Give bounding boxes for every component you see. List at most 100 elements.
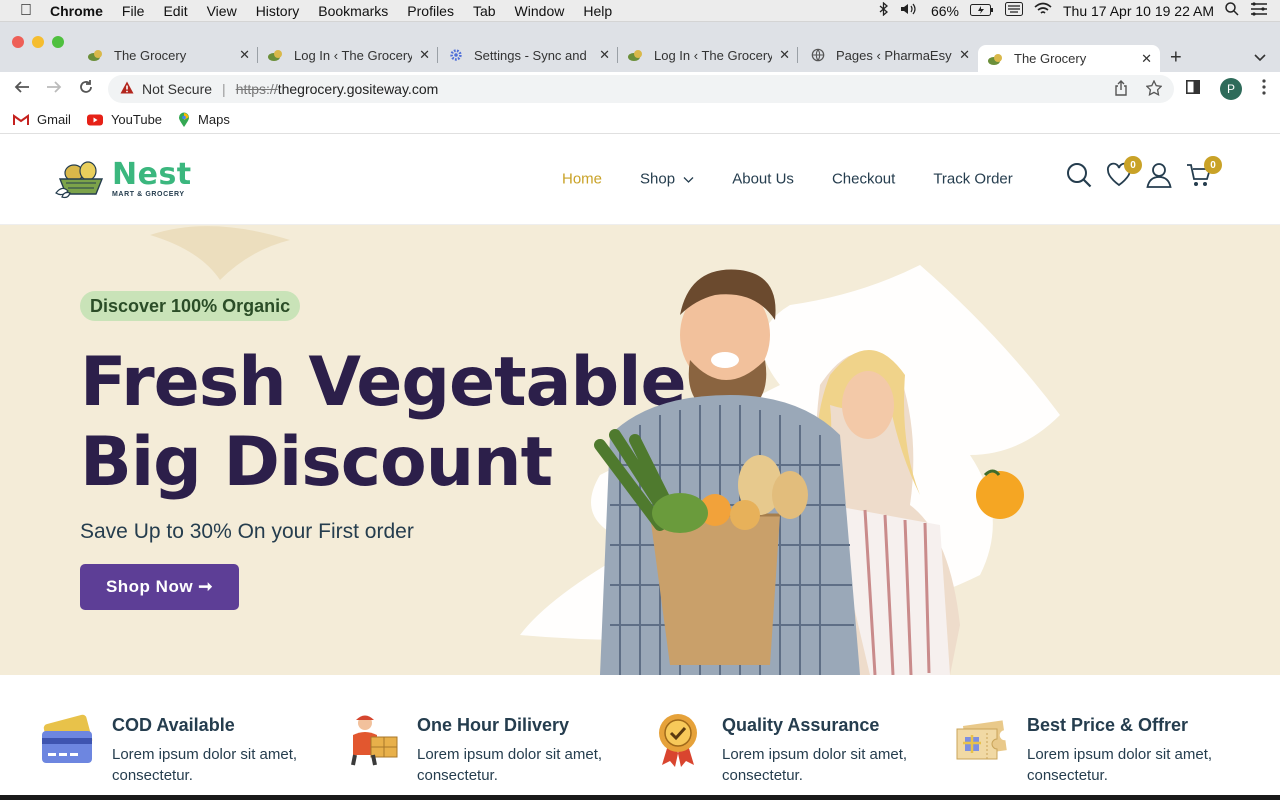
- menu-help[interactable]: Help: [583, 3, 612, 19]
- close-tab-icon[interactable]: ✕: [599, 47, 610, 63]
- maps-pin-icon: [179, 112, 190, 127]
- bluetooth-icon[interactable]: [879, 1, 889, 19]
- feature-best-price: Best Price & Offrer Lorem ipsum dolor si…: [955, 711, 1227, 786]
- nav-home[interactable]: Home: [562, 171, 602, 188]
- omnibox-actions: [1114, 78, 1163, 99]
- divider: |: [222, 81, 226, 97]
- site-logo[interactable]: Nest MART & GROCERY: [54, 159, 192, 199]
- feature-title: Quality Assurance: [722, 715, 880, 735]
- url-scheme: https://: [235, 81, 278, 97]
- tab-title: Log In ‹ The Grocery: [654, 47, 772, 63]
- logo-tagline: MART & GROCERY: [112, 191, 185, 198]
- menu-edit[interactable]: Edit: [163, 3, 187, 19]
- nav-about-us[interactable]: About Us: [732, 171, 794, 188]
- close-window-button[interactable]: [12, 36, 24, 48]
- tab-the-grocery-active[interactable]: The Grocery ✕: [978, 45, 1160, 72]
- menu-history[interactable]: History: [256, 3, 300, 19]
- keyboard-icon[interactable]: [1005, 2, 1023, 19]
- menu-file[interactable]: File: [122, 3, 145, 19]
- volume-icon[interactable]: [900, 2, 920, 19]
- account-user-icon[interactable]: [1146, 162, 1172, 190]
- tab-login-grocery-1[interactable]: Log In ‹ The Grocery ✕: [258, 41, 438, 69]
- logo-name: Nest: [112, 157, 192, 192]
- wifi-icon[interactable]: [1034, 2, 1052, 19]
- menu-profiles[interactable]: Profiles: [407, 3, 454, 19]
- warning-icon[interactable]: [120, 81, 134, 97]
- coupon-icon: [956, 720, 1007, 760]
- new-tab-icon[interactable]: +: [1170, 47, 1182, 70]
- window-controls: [12, 36, 64, 48]
- gmail-icon: [13, 113, 29, 125]
- feature-title: COD Available: [112, 715, 235, 735]
- window-bottom-edge: [0, 795, 1280, 800]
- address-bar[interactable]: Not Secure | https:// thegrocery.gositew…: [108, 75, 1174, 103]
- side-panel-icon[interactable]: [1186, 79, 1200, 99]
- browser-tabstrip: The Grocery ✕ Log In ‹ The Grocery ✕ Set…: [0, 22, 1280, 72]
- bookmark-youtube[interactable]: YouTube: [86, 112, 163, 127]
- browser-toolbar: Not Secure | https:// thegrocery.gositew…: [0, 72, 1280, 106]
- spotlight-icon[interactable]: [1225, 2, 1239, 19]
- feature-cod: COD Available Lorem ipsum dolor sit amet…: [40, 711, 312, 786]
- main-nav: Home Shop About Us Checkout Track Order: [562, 171, 1051, 188]
- battery-percent[interactable]: 66%: [931, 3, 959, 19]
- chevron-down-icon: [683, 176, 694, 183]
- reload-icon[interactable]: [70, 79, 102, 100]
- profile-avatar[interactable]: P: [1220, 78, 1242, 100]
- close-tab-icon[interactable]: ✕: [239, 47, 250, 63]
- battery-icon[interactable]: [970, 3, 994, 19]
- wishlist-heart-icon[interactable]: 0: [1106, 156, 1142, 190]
- menu-bookmarks[interactable]: Bookmarks: [318, 3, 388, 19]
- tab-the-grocery-1[interactable]: The Grocery ✕: [78, 41, 258, 69]
- security-status[interactable]: Not Secure: [142, 81, 212, 97]
- os-menubar:  Chrome File Edit View History Bookmark…: [0, 0, 1280, 22]
- bookmark-gmail[interactable]: Gmail: [13, 112, 71, 127]
- close-tab-icon[interactable]: ✕: [779, 47, 790, 63]
- share-icon[interactable]: [1114, 79, 1128, 99]
- forward-icon[interactable]: [38, 79, 70, 100]
- features-strip: COD Available Lorem ipsum dolor sit amet…: [0, 675, 1280, 795]
- bookmark-star-icon[interactable]: [1145, 78, 1163, 99]
- hero-banner: Discover 100% Organic Fresh Vegetable Bi…: [0, 225, 1280, 675]
- bookmark-label: Maps: [198, 112, 230, 127]
- tab-login-grocery-2[interactable]: Log In ‹ The Grocery ✕: [618, 41, 798, 69]
- tab-title: Settings - Sync and: [474, 47, 587, 63]
- hero-couple-with-groceries-image: [594, 269, 1024, 675]
- minimize-window-button[interactable]: [32, 36, 44, 48]
- search-icon[interactable]: [1066, 162, 1092, 190]
- shop-now-button[interactable]: Shop Now ➞: [80, 564, 239, 610]
- tab-pages-pharmaesy[interactable]: Pages ‹ PharmaEsy ✕: [798, 41, 978, 69]
- apple-logo-icon[interactable]: : [20, 2, 32, 19]
- feature-desc: Lorem ipsum dolor sit amet, consectetur.: [722, 746, 908, 784]
- menu-view[interactable]: View: [207, 3, 237, 19]
- close-tab-icon[interactable]: ✕: [1141, 51, 1152, 67]
- cart-count-badge: 0: [1204, 156, 1222, 174]
- nav-shop[interactable]: Shop: [640, 171, 694, 188]
- grocery-favicon-icon: [88, 50, 102, 61]
- site-header: Nest MART & GROCERY Home Shop About Us C…: [0, 134, 1280, 225]
- tab-title: Log In ‹ The Grocery: [294, 47, 412, 63]
- menu-app-name[interactable]: Chrome: [50, 3, 103, 19]
- feature-title: Best Price & Offrer: [1027, 715, 1189, 735]
- wishlist-count-badge: 0: [1124, 156, 1142, 174]
- tab-settings-sync[interactable]: Settings - Sync and ✕: [438, 41, 618, 69]
- control-center-icon[interactable]: [1250, 2, 1268, 19]
- more-menu-icon[interactable]: [1262, 78, 1266, 100]
- tab-search-chevron-icon[interactable]: [1254, 51, 1266, 65]
- clock[interactable]: Thu 17 Apr 10 19 22 AM: [1063, 3, 1214, 19]
- zoom-window-button[interactable]: [52, 36, 64, 48]
- menu-tab[interactable]: Tab: [473, 3, 496, 19]
- bookmark-maps[interactable]: Maps: [178, 112, 230, 128]
- bookmark-label: Gmail: [37, 112, 71, 127]
- menu-window[interactable]: Window: [515, 3, 565, 19]
- nav-track-order[interactable]: Track Order: [933, 171, 1012, 188]
- delivery-person-icon: [351, 715, 398, 766]
- bookmarks-bar: Gmail YouTube Maps: [0, 106, 1280, 134]
- close-tab-icon[interactable]: ✕: [959, 47, 970, 63]
- close-tab-icon[interactable]: ✕: [419, 47, 430, 63]
- cart-icon[interactable]: 0: [1186, 156, 1222, 190]
- back-icon[interactable]: [6, 79, 38, 100]
- nav-checkout[interactable]: Checkout: [832, 171, 895, 188]
- hero-subtitle: Save Up to 30% On your First order: [80, 520, 414, 543]
- nav-shop-label: Shop: [640, 170, 676, 188]
- bookmark-label: YouTube: [110, 112, 163, 127]
